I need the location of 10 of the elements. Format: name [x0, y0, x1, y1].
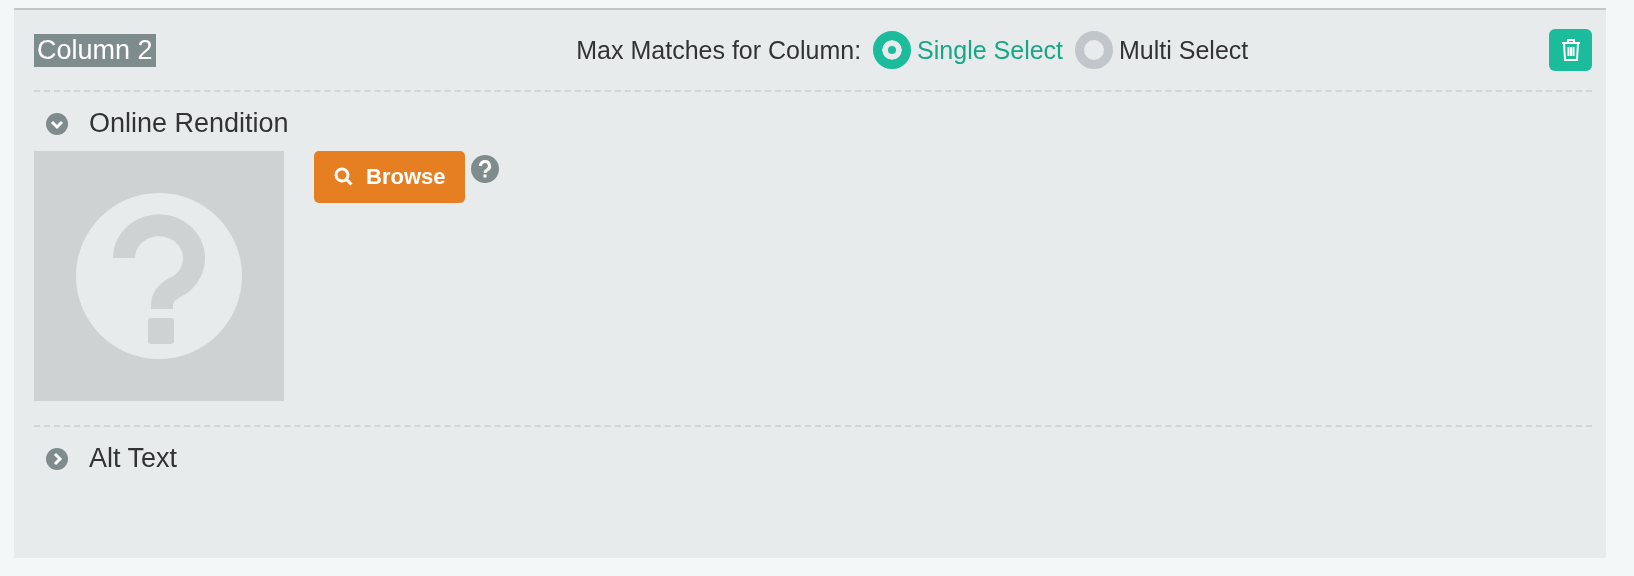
search-icon: [334, 167, 354, 187]
help-icon[interactable]: [471, 155, 500, 183]
chevron-icon: [45, 446, 69, 471]
max-matches-label: Max Matches for Column:: [576, 35, 862, 65]
section-header[interactable]: Alt Text: [34, 443, 1606, 474]
chevron-icon: [45, 111, 69, 136]
trash-icon: [1559, 38, 1582, 62]
delete-button[interactable]: [1549, 29, 1592, 71]
section-header[interactable]: Online Rendition: [34, 108, 1606, 139]
radio-option[interactable]: Multi Select: [1075, 31, 1249, 69]
